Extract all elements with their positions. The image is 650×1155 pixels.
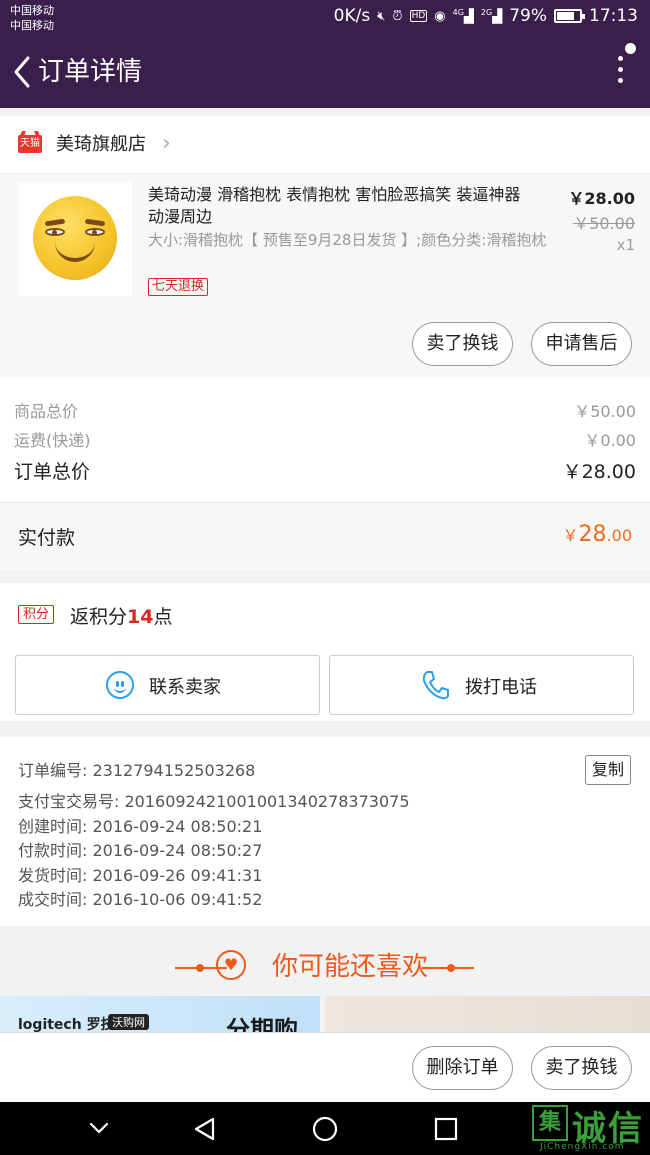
shop-name: 美琦旗舰店 [56,134,146,155]
page-title: 订单详情 [38,57,143,87]
header: 订单详情 [0,38,650,108]
carrier-1: 中国移动 [10,4,54,17]
shop-row[interactable]: 天猫 美琦旗舰店 › [0,116,650,173]
points-suffix: 点 [153,606,173,628]
paid-currency: ￥ [562,526,579,545]
recommend-card[interactable] [325,996,650,1032]
product-spec: 大小:滑稽抱枕【 预售至9月28日发货 】;颜色分类:滑稽抱枕 [148,231,547,249]
home-circle-icon[interactable] [312,1116,338,1142]
chevron-down-icon[interactable] [88,1120,110,1136]
points-text: 返积分14点 [70,602,172,629]
points-prefix: 返积分 [70,606,128,628]
product-title: 美琦动漫 滑稽抱枕 表情抱枕 害怕脸恶搞笑 装逼神器 动漫周边 [148,185,521,226]
paid-integer: 28 [578,522,607,547]
contact-seller-label: 联系卖家 [149,677,221,698]
hd-icon: HD [409,10,428,22]
ad-logo: logitech 罗技 [18,1017,115,1032]
carrier-2: 中国移动 [10,19,54,32]
contact-seller-button[interactable]: 联系卖家 [15,655,320,715]
created-time: 创建时间: 2016-09-24 08:50:21 [18,817,263,836]
ad-tag: 沃购网 [108,1014,149,1030]
order-total-value: ￥28.00 [562,461,636,483]
notification-dot [625,43,636,54]
paid-amount-row: 实付款 ￥28.00 [0,502,650,570]
goods-total-value: ￥50.00 [574,402,636,421]
net-4g-label: 4G [452,7,464,17]
status-icons: 0K/s 🔇︎ ⏰︎ HD ◉ 4G▟ 2G▟ 79% 17:13 [334,6,638,26]
watermark-logo: 集 诚信 JiChengXin.com [530,1100,648,1155]
alipay-number: 支付宝交易号: 2016092421001001340278373075 [18,792,410,811]
status-bar: 中国移动 中国移动 0K/s 🔇︎ ⏰︎ HD ◉ 4G▟ 2G▟ 79% 17… [0,0,650,38]
product-item[interactable]: 美琦动漫 滑稽抱枕 表情抱枕 害怕脸恶搞笑 装逼神器 动漫周边 大小:滑稽抱枕【… [0,174,650,378]
return-policy-badge: 七天退换 [148,278,209,296]
product-original-price: ￥50.00 [573,214,635,233]
paid-value: ￥28.00 [563,522,632,547]
network-speed: 0K/s [333,6,371,26]
paid-time: 付款时间: 2016-09-24 08:50:27 [18,841,263,860]
shipping-value: ￥0.00 [584,431,636,450]
recommend-card[interactable]: logitech 罗技 沃购网 分期购 [0,996,320,1032]
points-section: 积分 返积分14点 联系卖家 拨打电话 [0,583,650,721]
paid-label: 实付款 [18,527,76,549]
more-menu-button[interactable] [614,56,626,90]
shipped-time: 发货时间: 2016-09-26 09:41:31 [18,866,263,885]
chat-smiley-icon [106,671,134,699]
recommend-section: ♥ 你可能还喜欢 logitech 罗技 沃购网 分期购 [0,926,650,1032]
more-icon [617,56,623,61]
bottom-action-bar: 删除订单 卖了换钱 [0,1032,650,1102]
call-phone-button[interactable]: 拨打电话 [329,655,634,715]
product-thumbnail[interactable] [18,182,132,296]
call-phone-label: 拨打电话 [465,677,537,698]
mute-icon: 🔇︎ [377,8,386,24]
order-number: 订单编号: 2312794152503268 [18,761,256,780]
watermark-url: JiChengXin.com [540,1142,625,1152]
apply-aftersale-button[interactable]: 申请售后 [531,322,632,366]
smiley-face-image [33,196,117,280]
paid-decimal: .00 [606,526,632,545]
sell-for-cash-button[interactable]: 卖了换钱 [531,1046,632,1090]
product-quantity: x1 [616,236,635,254]
back-triangle-icon[interactable] [192,1116,218,1142]
shipping-label: 运费(快递) [14,431,91,450]
eye-icon: ◉ [434,8,446,24]
tmall-icon: 天猫 [18,135,42,153]
watermark-box: 集 [532,1105,568,1141]
goods-total-label: 商品总价 [14,402,79,421]
order-total-label: 订单总价 [14,461,91,483]
battery-fill [557,12,574,20]
recents-square-icon[interactable] [433,1116,459,1142]
product-price: ￥28.00 [568,189,635,208]
signal-2g-icon: 2G▟ [480,7,503,25]
price-summary: 商品总价 ￥50.00 运费(快递) ￥0.00 订单总价 ￥28.00 实付款… [0,378,650,570]
back-icon [14,56,30,88]
carrier-info: 中国移动 中国移动 [10,3,54,33]
alarm-icon: ⏰︎ [392,8,403,24]
order-info: 订单编号: 2312794152503268 复制 支付宝交易号: 201609… [0,737,650,926]
sell-for-cash-button[interactable]: 卖了换钱 [412,322,513,366]
divider-dot [447,964,455,972]
points-badge: 积分 [18,605,55,624]
net-2g-label: 2G [480,7,493,17]
chevron-right-icon: › [162,131,171,156]
back-button[interactable] [8,52,38,92]
recommend-title: 你可能还喜欢 [271,952,428,982]
ad-headline: 分期购 [226,1016,298,1032]
signal-4g-icon: 4G▟ [452,7,474,25]
completed-time: 成交时间: 2016-10-06 09:41:52 [18,890,263,909]
delete-order-button[interactable]: 删除订单 [412,1046,513,1090]
phone-icon [422,671,449,700]
points-amount: 14 [127,606,154,628]
copy-button[interactable]: 复制 [585,755,631,785]
clock: 17:13 [589,6,638,26]
battery-icon [554,9,585,23]
battery-percent: 79% [509,6,547,26]
